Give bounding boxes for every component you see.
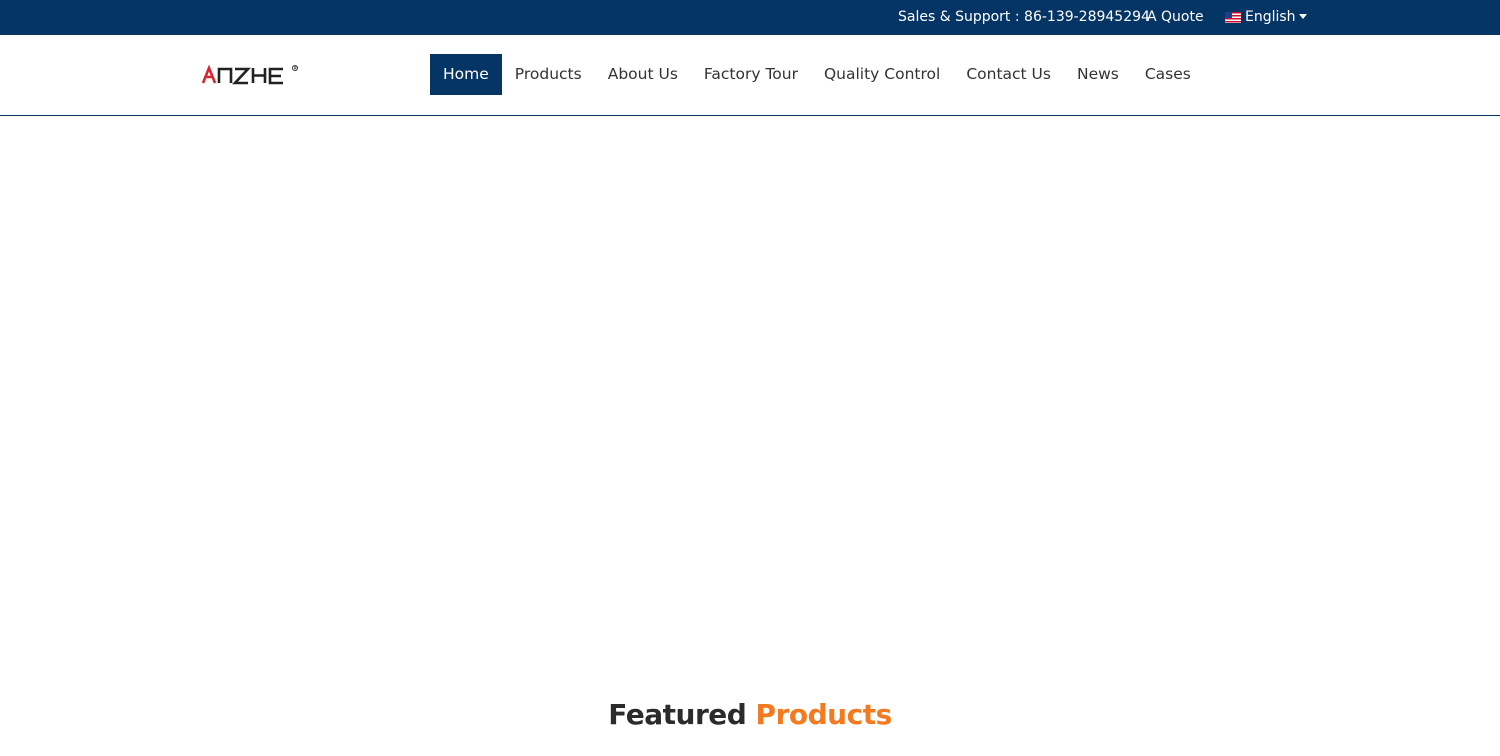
nav-contact-us[interactable]: Contact Us [953,54,1064,95]
nav-news[interactable]: News [1064,54,1132,95]
nav-products[interactable]: Products [502,54,595,95]
nav-about-us[interactable]: About Us [595,54,691,95]
featured-products-heading: Featured Products [0,698,1500,731]
us-flag-icon [1225,12,1241,23]
language-label: English [1245,9,1296,25]
sales-support-phone[interactable]: Sales & Support : 86-139-28945294 [898,0,1150,35]
site-header: Home Products About Us Factory Tour Qual… [0,35,1500,116]
heading-part-products: Products [755,698,893,731]
main-nav: Home Products About Us Factory Tour Qual… [430,54,1204,95]
caret-down-icon [1298,14,1307,19]
nav-cases[interactable]: Cases [1132,54,1204,95]
quote-link[interactable]: A Quote [1147,0,1204,35]
top-bar: Sales & Support : 86-139-28945294 A Quot… [0,0,1500,35]
nav-home[interactable]: Home [430,54,502,95]
anzhe-logo[interactable] [202,64,302,86]
language-selector[interactable]: English [1225,0,1307,35]
nav-quality-control[interactable]: Quality Control [811,54,953,95]
heading-part-featured: Featured [608,698,747,731]
hero-banner [0,116,1500,676]
nav-factory-tour[interactable]: Factory Tour [691,54,811,95]
